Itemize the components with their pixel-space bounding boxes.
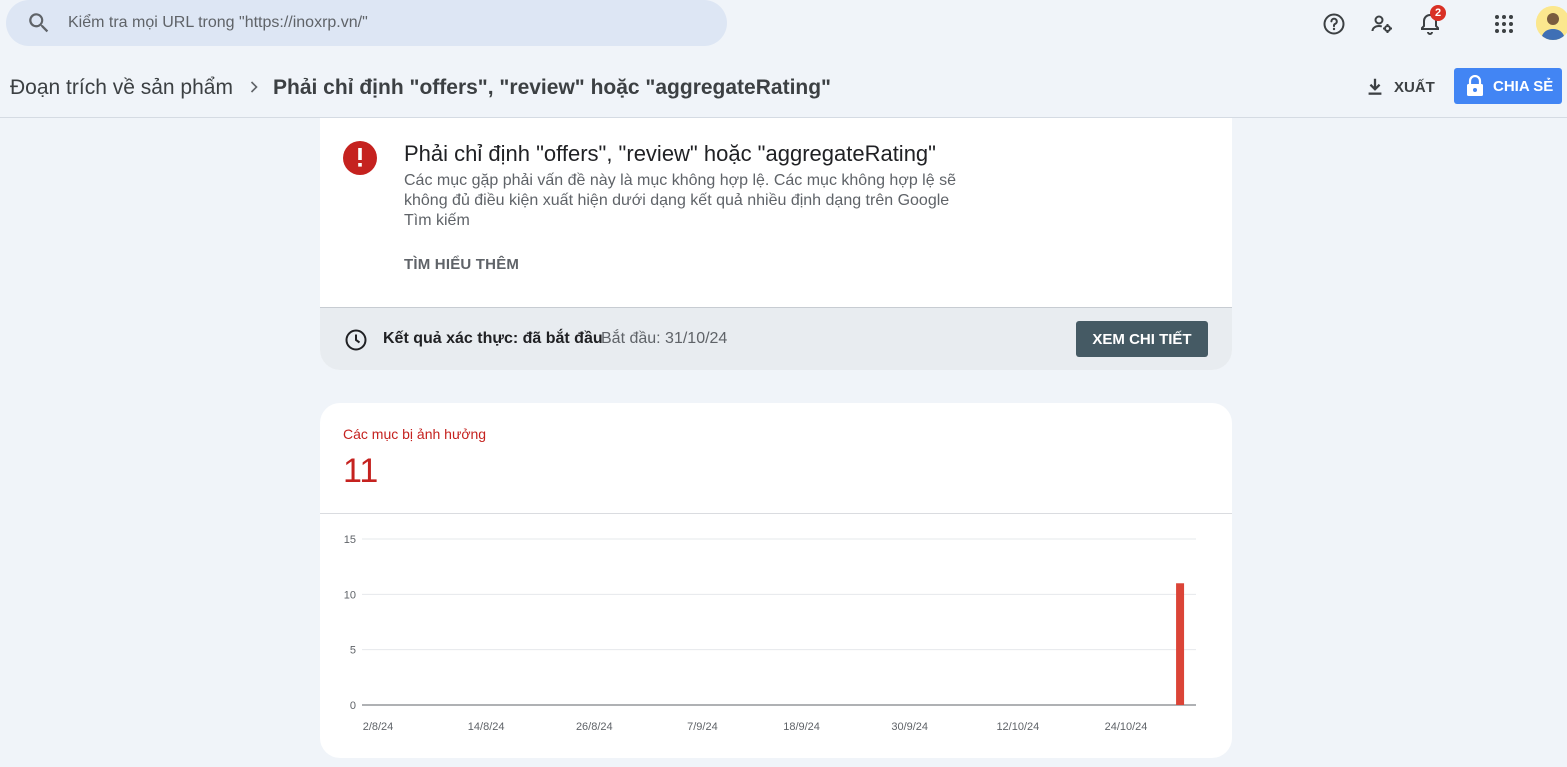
page-title: Phải chỉ định "offers", "review" hoặc "a… xyxy=(273,76,832,99)
lock-icon xyxy=(1467,75,1483,96)
x-tick-label: 14/8/24 xyxy=(468,721,505,733)
error-icon xyxy=(343,141,377,175)
chart-bar[interactable] xyxy=(1176,583,1185,705)
y-tick-label: 15 xyxy=(344,534,356,546)
user-settings-icon[interactable] xyxy=(1366,8,1398,40)
y-tick-label: 0 xyxy=(350,700,356,712)
share-button[interactable]: CHIA SẺ xyxy=(1454,68,1562,104)
download-icon xyxy=(1368,78,1382,95)
x-tick-label: 18/9/24 xyxy=(783,721,820,733)
chevron-right-icon xyxy=(250,81,258,93)
affected-items-chart: 0 5 10 15 2/8/24 14/8/24 26/8/24 7/9/24 18/9/24 3… xyxy=(344,534,1196,733)
search-icon xyxy=(29,13,49,33)
share-label: CHIA SẺ xyxy=(1493,77,1554,95)
x-tick-label: 26/8/24 xyxy=(576,721,613,733)
issue-description: Các mục gặp phải vấn đề này là mục không… xyxy=(404,172,956,229)
page-header: Đoạn trích về sản phẩm Phải chỉ định "of… xyxy=(0,60,1567,118)
issue-card: Phải chỉ định "offers", "review" hoặc "a… xyxy=(320,118,1232,370)
x-tick-label: 30/9/24 xyxy=(891,721,928,733)
export-label: XUẤT xyxy=(1394,78,1435,96)
see-details-button[interactable]: XEM CHI TIẾT xyxy=(1076,321,1208,357)
learn-more-link[interactable]: TÌM HIỂU THÊM xyxy=(404,256,519,273)
apps-grid-icon[interactable] xyxy=(1488,8,1520,40)
top-bar: 2 xyxy=(0,0,1567,48)
help-icon[interactable] xyxy=(1318,8,1350,40)
y-tick-label: 5 xyxy=(350,645,356,657)
y-tick-label: 10 xyxy=(344,589,356,601)
notification-badge: 2 xyxy=(1430,5,1446,21)
x-tick-label: 24/10/24 xyxy=(1105,721,1148,733)
validation-status: Kết quả xác thực: đã bắt đầu xyxy=(383,330,603,347)
validation-bar: Kết quả xác thực: đã bắt đầu Bắt đầu: 31… xyxy=(320,307,1232,370)
x-tick-label: 7/9/24 xyxy=(687,721,718,733)
x-tick-label: 12/10/24 xyxy=(996,721,1039,733)
validation-start-date: Bắt đầu: 31/10/24 xyxy=(601,330,728,347)
affected-items-card: Các mục bị ảnh hưởng 11 0 5 10 15 2/8/24 14/8… xyxy=(320,403,1232,758)
export-button[interactable]: XUẤT xyxy=(1364,73,1435,101)
breadcrumb-parent[interactable]: Đoạn trích về sản phẩm xyxy=(10,76,233,100)
url-inspection-search[interactable] xyxy=(6,0,727,46)
search-input[interactable] xyxy=(68,8,708,38)
x-tick-label: 2/8/24 xyxy=(363,721,394,733)
clock-icon xyxy=(345,329,367,351)
issue-title: Phải chỉ định "offers", "review" hoặc "a… xyxy=(404,141,936,166)
account-avatar[interactable] xyxy=(1536,6,1567,40)
